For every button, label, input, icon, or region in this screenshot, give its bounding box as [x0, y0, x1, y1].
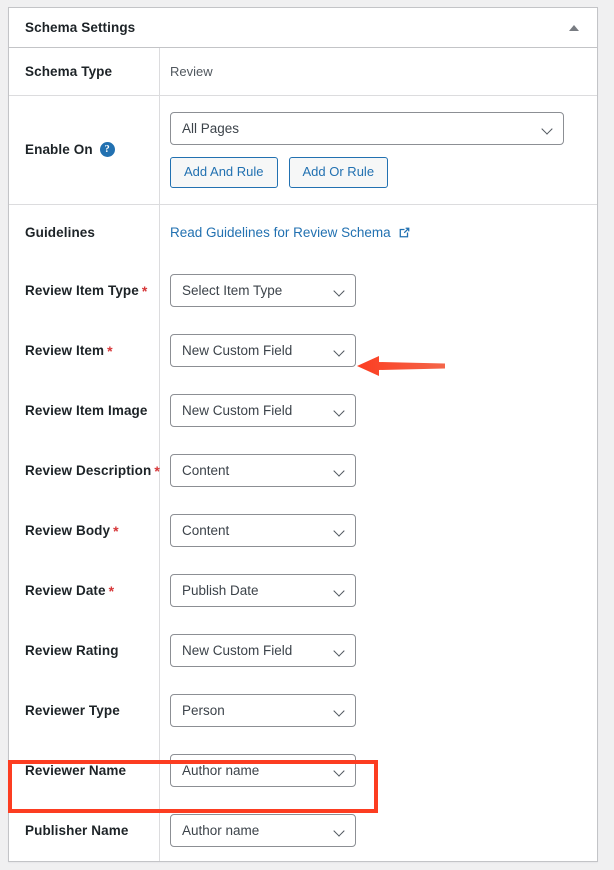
metabox-header[interactable]: Schema Settings	[9, 8, 597, 48]
field-control-review-rating: New Custom Field	[170, 621, 597, 681]
read-guidelines-text: Read Guidelines for Review Schema	[170, 225, 391, 241]
caret-up-icon[interactable]	[563, 17, 585, 39]
chevron-down-icon	[335, 287, 344, 296]
enable-on-label-cell: Enable On ?	[9, 96, 160, 204]
chevron-down-icon	[335, 827, 344, 836]
chevron-down-icon	[335, 467, 344, 476]
schema-settings-metabox: Schema Settings Schema Type Review Enabl…	[8, 7, 598, 862]
chevron-down-icon	[335, 767, 344, 776]
select-value: New Custom Field	[182, 643, 293, 659]
fields-control-column: Read Guidelines for Review Schema Select…	[160, 205, 597, 861]
guidelines-link-line: Read Guidelines for Review Schema	[170, 205, 597, 261]
select-value: Select Item Type	[182, 283, 283, 299]
field-control-reviewer-type: Person	[170, 681, 597, 741]
label-text: Review Item	[25, 343, 105, 359]
enable-on-select[interactable]: All Pages	[170, 112, 564, 145]
enable-on-label: Enable On	[25, 142, 93, 158]
field-label-review-rating: Review Rating	[25, 621, 159, 681]
required-marker: *	[141, 282, 148, 299]
review-date-select[interactable]: Publish Date	[170, 574, 356, 608]
required-marker: *	[154, 462, 160, 479]
schema-type-value: Review	[170, 64, 213, 79]
chevron-down-icon	[543, 125, 552, 134]
field-label-review-item-type: Review Item Type *	[25, 261, 159, 321]
label-text: Reviewer Name	[25, 763, 127, 779]
row-schema-fields: Guidelines Review Item Type * Review Item…	[9, 204, 597, 861]
enable-on-select-value: All Pages	[182, 121, 240, 136]
required-marker: *	[108, 582, 115, 599]
field-control-review-item-image: New Custom Field	[170, 381, 597, 441]
guidelines-label: Guidelines	[25, 225, 96, 241]
add-and-rule-button[interactable]: Add And Rule	[170, 157, 278, 188]
review-rating-select[interactable]: New Custom Field	[170, 634, 356, 668]
enable-on-button-row: Add And Rule Add Or Rule	[170, 157, 583, 188]
label-text: Review Rating	[25, 643, 119, 659]
chevron-down-icon	[335, 407, 344, 416]
label-text: Review Date	[25, 583, 106, 599]
label-text: Publisher Name	[25, 823, 129, 839]
select-value: Person	[182, 703, 225, 719]
field-label-reviewer-type: Reviewer Type	[25, 681, 159, 741]
help-question-icon[interactable]: ?	[99, 142, 115, 158]
label-text: Reviewer Type	[25, 703, 120, 719]
label-text: Review Description	[25, 463, 152, 479]
field-control-review-description: Content	[170, 441, 597, 501]
label-text: Review Item Type	[25, 283, 139, 299]
review-item-image-select[interactable]: New Custom Field	[170, 394, 356, 428]
external-link-icon	[398, 226, 411, 239]
chevron-down-icon	[335, 347, 344, 356]
row-enable-on: Enable On ? All Pages Add And Rule Add O…	[9, 96, 597, 205]
select-value: Author name	[182, 823, 260, 839]
field-label-review-date: Review Date *	[25, 561, 159, 621]
enable-on-value-cell: All Pages Add And Rule Add Or Rule	[160, 96, 597, 204]
field-label-review-body: Review Body *	[25, 501, 159, 561]
chevron-down-icon	[335, 647, 344, 656]
label-text: Review Item Image	[25, 403, 148, 419]
field-label-publisher-name: Publisher Name	[25, 801, 159, 861]
field-label-review-item: Review Item *	[25, 321, 159, 381]
read-guidelines-link[interactable]: Read Guidelines for Review Schema	[170, 225, 411, 240]
field-label-review-description: Review Description *	[25, 441, 160, 501]
row-schema-type: Schema Type Review	[9, 48, 597, 96]
guidelines-label-line: Guidelines	[25, 205, 159, 261]
field-control-review-body: Content	[170, 501, 597, 561]
chevron-down-icon	[335, 527, 344, 536]
field-control-review-date: Publish Date	[170, 561, 597, 621]
required-marker: *	[113, 522, 119, 539]
field-label-review-item-image: Review Item Image	[25, 381, 159, 441]
field-label-reviewer-name: Reviewer Name	[25, 741, 159, 801]
reviewer-name-select[interactable]: Author name	[170, 754, 356, 788]
chevron-down-icon	[335, 707, 344, 716]
fields-label-column: Guidelines Review Item Type * Review Item…	[9, 204, 160, 861]
add-or-rule-button[interactable]: Add Or Rule	[288, 157, 389, 188]
schema-type-label: Schema Type	[25, 64, 113, 79]
review-item-type-select[interactable]: Select Item Type	[170, 274, 356, 308]
label-text: Review Body	[25, 523, 111, 539]
review-body-select[interactable]: Content	[170, 514, 356, 548]
field-control-reviewer-name: Author name	[170, 741, 597, 801]
select-value: New Custom Field	[182, 343, 293, 359]
caret-up-glyph	[569, 24, 579, 31]
chevron-down-icon	[335, 587, 344, 596]
select-value: Content	[182, 523, 230, 539]
review-description-select[interactable]: Content	[170, 454, 356, 488]
page-title: Schema Settings	[25, 20, 136, 35]
publisher-name-select[interactable]: Author name	[170, 814, 356, 848]
select-value: Content	[182, 463, 230, 479]
field-control-review-item-type: Select Item Type	[170, 261, 597, 321]
review-item-select[interactable]: New Custom Field	[170, 334, 356, 368]
field-control-publisher-name: Author name	[170, 801, 597, 861]
select-value: New Custom Field	[182, 403, 293, 419]
select-value: Publish Date	[182, 583, 259, 599]
field-control-review-item: New Custom Field	[170, 321, 597, 381]
reviewer-type-select[interactable]: Person	[170, 694, 356, 728]
schema-type-label-cell: Schema Type	[9, 48, 160, 95]
select-value: Author name	[182, 763, 260, 779]
schema-type-value-cell: Review	[160, 48, 597, 95]
required-marker: *	[107, 342, 113, 359]
